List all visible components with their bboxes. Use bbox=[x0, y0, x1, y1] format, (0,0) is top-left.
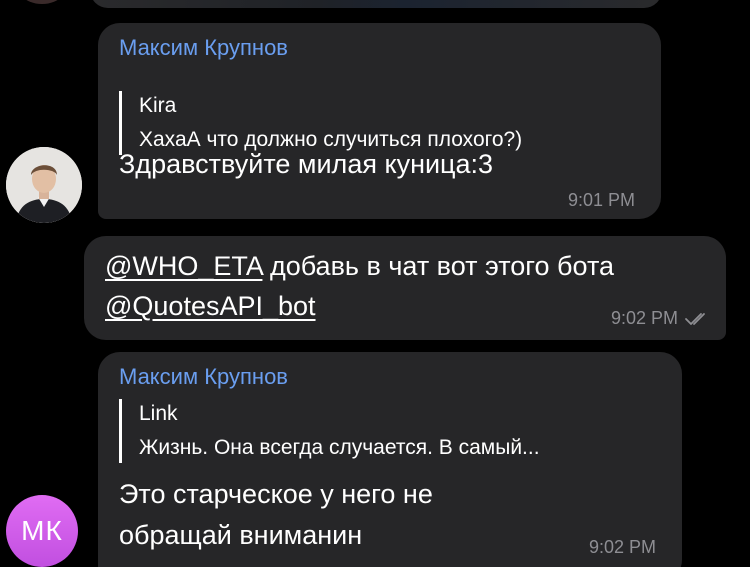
mention-link[interactable]: @WHO_ETA bbox=[105, 251, 262, 281]
avatar-initials-text: МК bbox=[21, 515, 63, 546]
sender-avatar[interactable] bbox=[6, 147, 82, 223]
message-text-line2: обращай вниманин bbox=[119, 520, 363, 550]
message-text: @WHO_ETA добавь в чат вот этого бота bbox=[105, 246, 614, 286]
mention-link[interactable]: @QuotesAPI_bot bbox=[105, 291, 316, 321]
user-photo-avatar bbox=[6, 147, 82, 223]
message-bubble-outgoing[interactable]: @WHO_ETA добавь в чат вот этого бота @Qu… bbox=[84, 236, 726, 340]
message-bubble-incoming[interactable]: Максим Крупнов Link Жизнь. Она всегда сл… bbox=[98, 352, 682, 567]
message-time: 9:02 PM bbox=[610, 308, 678, 328]
double-check-icon bbox=[684, 311, 710, 332]
reply-text: Жизнь. Она всегда случается. В самый... bbox=[139, 436, 540, 459]
message-bubble-incoming[interactable]: Максим Крупнов Kira ХахаА что должно слу… bbox=[98, 23, 661, 219]
message-time: 9:02 PM bbox=[588, 537, 656, 557]
sender-name[interactable]: Максим Крупнов bbox=[119, 364, 288, 390]
sender-name[interactable]: Максим Крупнов bbox=[119, 35, 288, 61]
reply-author: Kira bbox=[139, 94, 177, 117]
message-time: 9:01 PM bbox=[567, 190, 635, 210]
previous-message-partial[interactable] bbox=[90, 0, 662, 8]
avatar-partial[interactable] bbox=[10, 0, 74, 4]
message-meta: 9:02 PM bbox=[611, 308, 710, 332]
reply-author: Link bbox=[139, 402, 178, 425]
reply-quote[interactable]: Link Жизнь. Она всегда случается. В самы… bbox=[119, 399, 540, 463]
message-text-line2: @QuotesAPI_bot bbox=[105, 286, 316, 326]
message-text: Здравствуйте милая куница:3 bbox=[119, 149, 494, 179]
message-text-part: добавь в чат вот этого бота bbox=[262, 251, 615, 281]
message-text-line1: Это старческое у него не bbox=[119, 479, 433, 509]
chat-view: Максим Крупнов Kira ХахаА что должно слу… bbox=[0, 0, 750, 567]
sender-avatar-initials[interactable]: МК bbox=[6, 495, 78, 567]
